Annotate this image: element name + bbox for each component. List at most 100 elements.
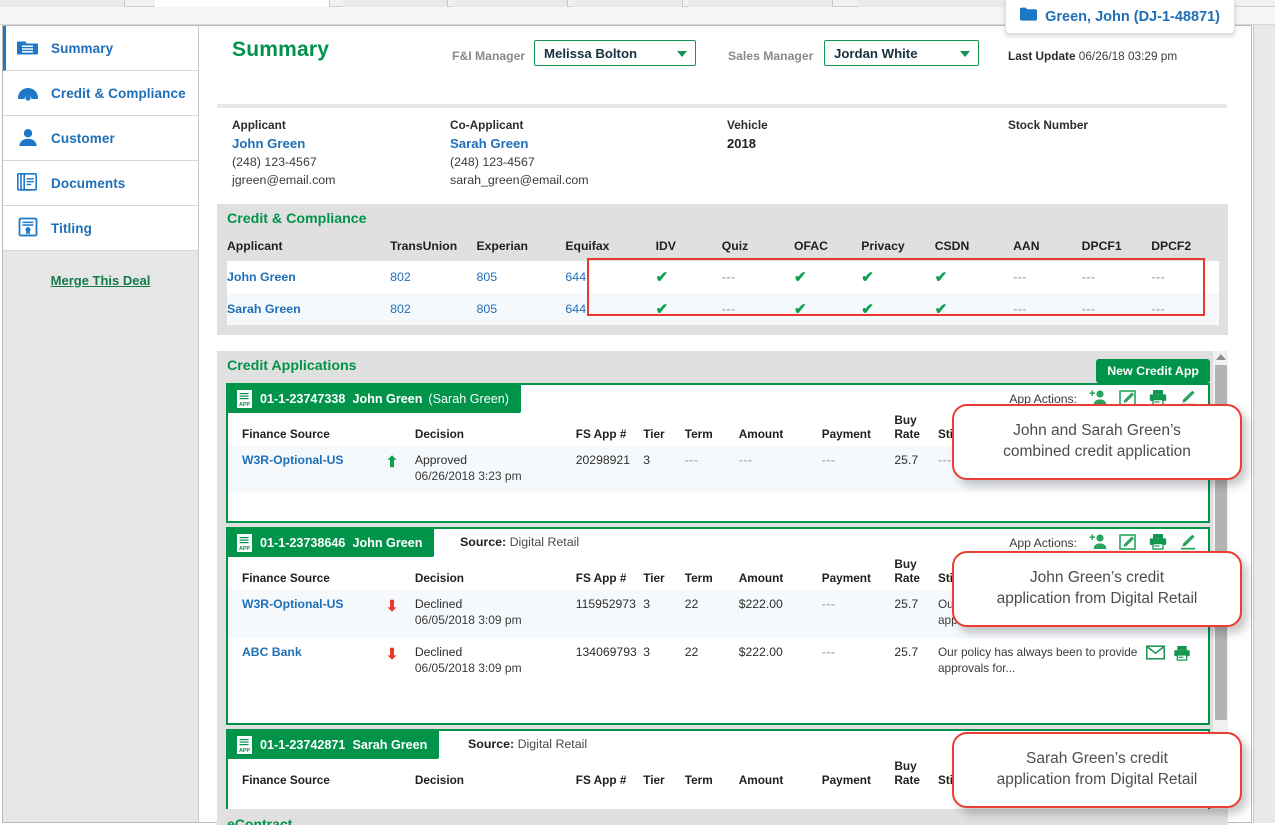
cell-amount: ---	[738, 446, 822, 492]
scroll-up-arrow-icon[interactable]	[1216, 354, 1226, 360]
cell-finance-source[interactable]: ABC Bank	[228, 638, 386, 686]
col-fs-app: FS App #	[575, 427, 627, 441]
col-idv: IDV	[655, 239, 676, 253]
documents-icon	[17, 172, 39, 194]
col-buy-rate-line1: Buy	[894, 413, 917, 427]
source-label: Source:	[460, 535, 507, 549]
browser-tab[interactable]	[688, 0, 833, 7]
col-aan: AAN	[1013, 239, 1040, 253]
sidebar-item-summary[interactable]: Summary	[3, 26, 198, 71]
check-icon: ✔	[655, 269, 669, 286]
cell-trend: ⬇	[386, 638, 415, 686]
vehicle-label: Vehicle	[727, 118, 768, 132]
cell-trend: ⬆	[385, 446, 415, 492]
credit-app-source: Source: Digital Retail	[468, 737, 587, 751]
cell-fs-app: 134069793	[575, 644, 637, 659]
cell-dpcf2: ---	[1151, 293, 1219, 325]
edit-icon[interactable]	[1119, 533, 1138, 552]
browser-tab[interactable]	[343, 0, 448, 7]
browser-tab[interactable]	[573, 0, 683, 7]
sign-pen-icon[interactable]	[1179, 533, 1198, 552]
envelope-icon[interactable]	[1145, 645, 1165, 663]
col-buy-rate-line1: Buy	[894, 759, 917, 773]
print-icon[interactable]	[1149, 533, 1168, 552]
sidebar-item-documents[interactable]: Documents	[3, 161, 198, 206]
cell-finance-source[interactable]: W3R-Optional-US	[228, 590, 386, 638]
print-icon[interactable]	[1173, 645, 1191, 664]
decision-date: 06/26/2018 3:23 pm	[414, 469, 522, 483]
col-payment: Payment	[821, 773, 871, 787]
app-document-icon: APP	[236, 735, 253, 755]
dash-icon: ---	[721, 302, 736, 316]
credit-app-number: 01-1-23738646	[260, 536, 346, 550]
cell-tier: 3	[643, 446, 685, 492]
dash-icon: ---	[738, 453, 753, 467]
credit-app-number: 01-1-23747338	[260, 392, 346, 406]
cell-experian: 805	[476, 261, 566, 293]
col-dpcf2: DPCF2	[1151, 239, 1192, 253]
col-finance-source: Finance Source	[242, 427, 330, 441]
sidebar-item-credit-compliance[interactable]: Credit & Compliance	[3, 71, 198, 116]
cell-quiz: ---	[721, 261, 795, 293]
dash-icon: ---	[1081, 270, 1096, 284]
dash-icon: ---	[1151, 302, 1166, 316]
new-credit-app-button[interactable]: New Credit App	[1096, 359, 1210, 383]
check-icon: ✔	[934, 301, 948, 318]
merge-this-deal-link[interactable]: Merge This Deal	[51, 273, 151, 288]
sidebar-item-titling[interactable]: Titling	[3, 206, 198, 251]
dash-icon: ---	[1151, 270, 1166, 284]
col-buy-rate-line2: Rate	[894, 773, 920, 787]
dash-icon: ---	[938, 453, 952, 467]
sidebar: Summary Credit & Compliance Customer Doc…	[3, 26, 199, 822]
cell-applicant[interactable]: John Green	[227, 261, 391, 293]
folder-icon	[1020, 7, 1038, 26]
col-buy-rate: Buy Rate	[894, 413, 938, 446]
deal-pill[interactable]: Green, John (DJ-1-48871)	[1005, 0, 1235, 34]
decision-status: Approved	[414, 453, 468, 467]
co-applicant-name[interactable]: Sarah Green	[450, 136, 589, 151]
cell-tier: 3	[643, 590, 685, 638]
add-person-icon[interactable]	[1089, 533, 1108, 552]
fi-manager-select[interactable]: Melissa Bolton	[534, 40, 696, 66]
chevron-down-icon	[677, 51, 687, 57]
credit-app-source: Source: Digital Retail	[460, 535, 579, 549]
applicant-name[interactable]: John Green	[232, 136, 335, 151]
credit-app-applicant: Sarah Green	[352, 738, 428, 752]
deal-pill-label: Green, John (DJ-1-48871)	[1045, 8, 1220, 25]
cell-aan: ---	[1013, 293, 1082, 325]
svg-text:APP: APP	[239, 748, 250, 754]
source-value: Digital Retail	[517, 737, 588, 751]
cell-applicant[interactable]: Sarah Green	[227, 293, 391, 325]
cell-finance-source[interactable]: W3R-Optional-US	[228, 446, 386, 492]
svg-text:APP: APP	[239, 402, 250, 408]
econtract-panel: eContract	[217, 809, 1228, 825]
col-ofac: OFAC	[794, 239, 828, 253]
sidebar-item-customer[interactable]: Customer	[3, 116, 198, 161]
sales-manager-select[interactable]: Jordan White	[824, 40, 979, 66]
sidebar-item-label: Titling	[51, 220, 92, 236]
cell-ofac: ✔	[794, 293, 862, 325]
check-icon: ✔	[861, 301, 874, 318]
col-csdn: CSDN	[934, 239, 970, 253]
col-payment: Payment	[821, 427, 871, 441]
annotation-text: John Green’s credit application from Dig…	[997, 568, 1198, 610]
co-applicant-label: Co-Applicant	[450, 118, 524, 132]
sidebar-item-label: Summary	[51, 40, 114, 56]
col-buy-rate-line1: Buy	[894, 557, 917, 571]
col-transunion: TransUnion	[390, 239, 458, 253]
merge-deal-row: Merge This Deal	[3, 251, 198, 299]
decision-date: 06/05/2018 3:09 pm	[414, 660, 522, 675]
cell-csdn: ✔	[934, 293, 1014, 325]
browser-tab[interactable]	[858, 0, 1008, 7]
arrow-up-icon: ⬆	[385, 454, 399, 471]
source-value: Digital Retail	[509, 535, 580, 549]
co-applicant-phone: (248) 123-4567	[450, 155, 535, 169]
col-term: Term	[684, 427, 713, 441]
cell-transunion: 802	[390, 261, 477, 293]
dash-icon: ---	[1013, 270, 1028, 284]
browser-tab[interactable]	[0, 0, 125, 7]
cell-dpcf1: ---	[1081, 261, 1152, 293]
browser-tab-active[interactable]	[155, 0, 330, 7]
browser-tab[interactable]	[453, 0, 568, 7]
cell-decision: Declined 06/05/2018 3:09 pm	[415, 638, 576, 686]
